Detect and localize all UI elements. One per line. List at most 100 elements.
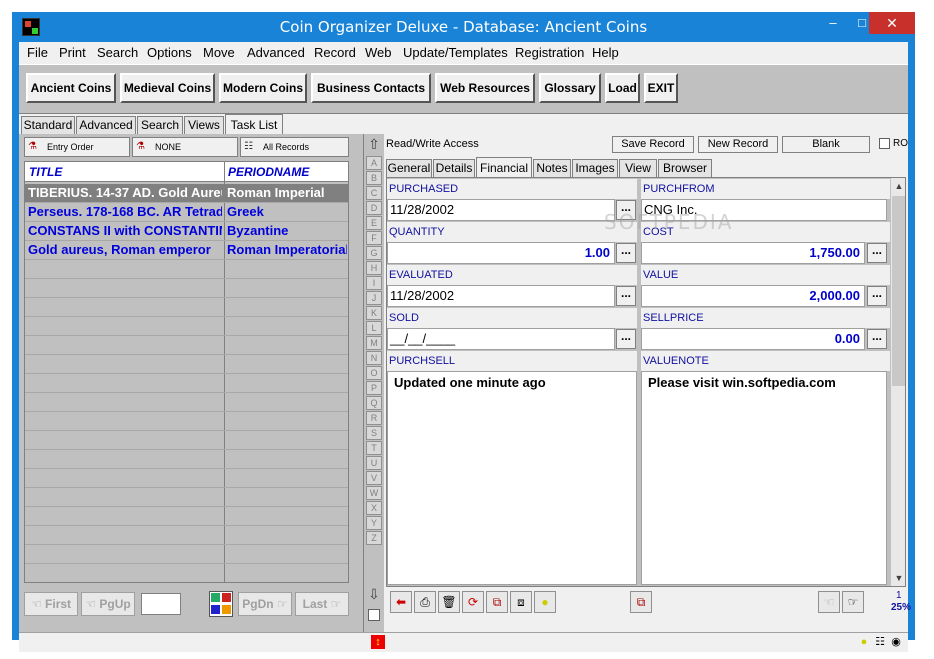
paste-record-icon[interactable]: ⧈ <box>510 591 532 613</box>
scroll-down-arrow-icon[interactable]: ⇩ <box>366 586 382 604</box>
menu-record[interactable]: Record <box>314 45 356 60</box>
alpha-h[interactable]: H <box>366 261 382 275</box>
alpha-l[interactable]: L <box>366 321 382 335</box>
alpha-m[interactable]: M <box>366 336 382 350</box>
tab-notes[interactable]: Notes <box>533 159 571 177</box>
alpha-g[interactable]: G <box>366 246 382 260</box>
close-button[interactable]: ✕ <box>869 12 915 34</box>
hand-right-icon[interactable]: ☞ <box>842 591 864 613</box>
sold-picker-button[interactable]: ... <box>616 329 636 349</box>
cost-picker-button[interactable]: ... <box>867 243 887 263</box>
records-grid[interactable]: TITLE PERIODNAME TIBERIUS. 14-37 AD. Gol… <box>24 161 349 583</box>
alpha-x[interactable]: X <box>366 501 382 515</box>
sold-field[interactable]: __/__/____ <box>387 328 615 350</box>
table-row[interactable]: TIBERIUS. 14-37 AD. Gold Aureus Roman Im… <box>25 184 348 203</box>
alpha-o[interactable]: O <box>366 366 382 380</box>
tab-browser[interactable]: Browser <box>658 159 712 177</box>
alpha-q[interactable]: Q <box>366 396 382 410</box>
entry-order-button[interactable]: ⚗ Entry Order <box>24 137 130 157</box>
evaluated-field[interactable]: 11/28/2002 <box>387 285 615 307</box>
valuenote-memo[interactable]: Please visit win.softpedia.com <box>641 371 887 585</box>
menu-registration[interactable]: Registration <box>515 45 584 60</box>
back-arrow-icon[interactable]: ⬅ <box>390 591 412 613</box>
alpha-y[interactable]: Y <box>366 516 382 530</box>
alpha-s[interactable]: S <box>366 426 382 440</box>
minimize-button[interactable]: – <box>818 12 848 34</box>
scroll-up-arrow-icon[interactable]: ⇧ <box>366 136 382 154</box>
sellprice-field[interactable]: 0.00 <box>641 328 865 350</box>
first-button[interactable]: ☜ First <box>24 592 78 616</box>
column-header-periodname[interactable]: PERIODNAME <box>228 165 309 179</box>
tab-details[interactable]: Details <box>433 159 475 177</box>
alpha-d[interactable]: D <box>366 201 382 215</box>
alpha-t[interactable]: T <box>366 441 382 455</box>
menu-advanced[interactable]: Advanced <box>247 45 305 60</box>
alpha-i[interactable]: I <box>366 276 382 290</box>
alpha-k[interactable]: K <box>366 306 382 320</box>
tab-standard[interactable]: Standard <box>21 116 75 134</box>
alpha-b[interactable]: B <box>366 171 382 185</box>
filter-none-button[interactable]: ⚗ NONE <box>132 137 238 157</box>
alpha-p[interactable]: P <box>366 381 382 395</box>
lightbulb-icon[interactable]: ● <box>534 591 556 613</box>
form-scrollbar[interactable]: ▲ ▼ <box>890 178 905 586</box>
menu-file[interactable]: File <box>27 45 48 60</box>
hand-left-icon[interactable]: ☜ <box>818 591 840 613</box>
tab-view[interactable]: View <box>619 159 657 177</box>
pgdn-button[interactable]: PgDn ☞ <box>238 592 292 616</box>
medieval-coins-button[interactable]: Medieval Coins <box>120 73 215 103</box>
menu-move[interactable]: Move <box>203 45 235 60</box>
ancient-coins-button[interactable]: Ancient Coins <box>26 73 116 103</box>
lightbulb-icon[interactable]: ● <box>857 635 871 649</box>
title-bar[interactable]: Coin Organizer Deluxe - Database: Ancien… <box>12 12 915 42</box>
alpha-n[interactable]: N <box>366 351 382 365</box>
alpha-f[interactable]: F <box>366 231 382 245</box>
alphabet-sort-icon[interactable] <box>209 591 233 617</box>
column-header-title[interactable]: TITLE <box>29 165 62 179</box>
tab-search[interactable]: Search <box>137 116 183 134</box>
new-record-button[interactable]: New Record <box>698 136 778 153</box>
export-icon[interactable]: ⧉ <box>630 591 652 613</box>
all-records-button[interactable]: ☷ All Records <box>240 137 349 157</box>
scroll-down-icon[interactable]: ▼ <box>891 570 905 586</box>
sellprice-picker-button[interactable]: ... <box>867 329 887 349</box>
table-row[interactable]: Gold aureus, Roman emperor Roman Imperat… <box>25 241 348 260</box>
tab-financial[interactable]: Financial <box>476 157 532 178</box>
menu-print[interactable]: Print <box>59 45 86 60</box>
lock-icon[interactable]: ◉ <box>889 635 903 649</box>
alpha-a[interactable]: A <box>366 156 382 170</box>
cost-field[interactable]: 1,750.00 <box>641 242 865 264</box>
alpha-u[interactable]: U <box>366 456 382 470</box>
last-button[interactable]: Last ☞ <box>295 592 349 616</box>
scroll-thumb[interactable] <box>892 196 905 386</box>
business-contacts-button[interactable]: Business Contacts <box>311 73 431 103</box>
alpha-w[interactable]: W <box>366 486 382 500</box>
quantity-field[interactable]: 1.00 <box>387 242 615 264</box>
page-jump-input[interactable] <box>141 593 181 615</box>
menu-help[interactable]: Help <box>592 45 619 60</box>
print-icon[interactable]: ⎙ <box>414 591 436 613</box>
alpha-j[interactable]: J <box>366 291 382 305</box>
documents-icon[interactable]: ☷ <box>873 635 887 649</box>
copy-record-icon[interactable]: ⧉ <box>486 591 508 613</box>
alpha-c[interactable]: C <box>366 186 382 200</box>
tab-advanced[interactable]: Advanced <box>76 116 136 134</box>
pgup-button[interactable]: ☜ PgUp <box>81 592 135 616</box>
undo-icon[interactable]: ⟳ <box>462 591 484 613</box>
tab-general[interactable]: General <box>386 159 432 177</box>
purchsell-memo[interactable]: Updated one minute ago <box>387 371 637 585</box>
purchased-field[interactable]: 11/28/2002 <box>387 199 615 221</box>
menu-web[interactable]: Web <box>365 45 392 60</box>
trash-icon[interactable]: 🗑 <box>438 591 460 613</box>
tab-task-list[interactable]: Task List <box>225 114 283 134</box>
save-record-button[interactable]: Save Record <box>612 136 694 153</box>
blank-button[interactable]: Blank <box>782 136 870 153</box>
drag-handle-icon[interactable]: ↕ <box>371 635 385 649</box>
quantity-picker-button[interactable]: ... <box>616 243 636 263</box>
value-field[interactable]: 2,000.00 <box>641 285 865 307</box>
load-button[interactable]: Load <box>605 73 640 103</box>
alpha-z[interactable]: Z <box>366 531 382 545</box>
tab-images[interactable]: Images <box>572 159 618 177</box>
value-picker-button[interactable]: ... <box>867 286 887 306</box>
alpha-r[interactable]: R <box>366 411 382 425</box>
